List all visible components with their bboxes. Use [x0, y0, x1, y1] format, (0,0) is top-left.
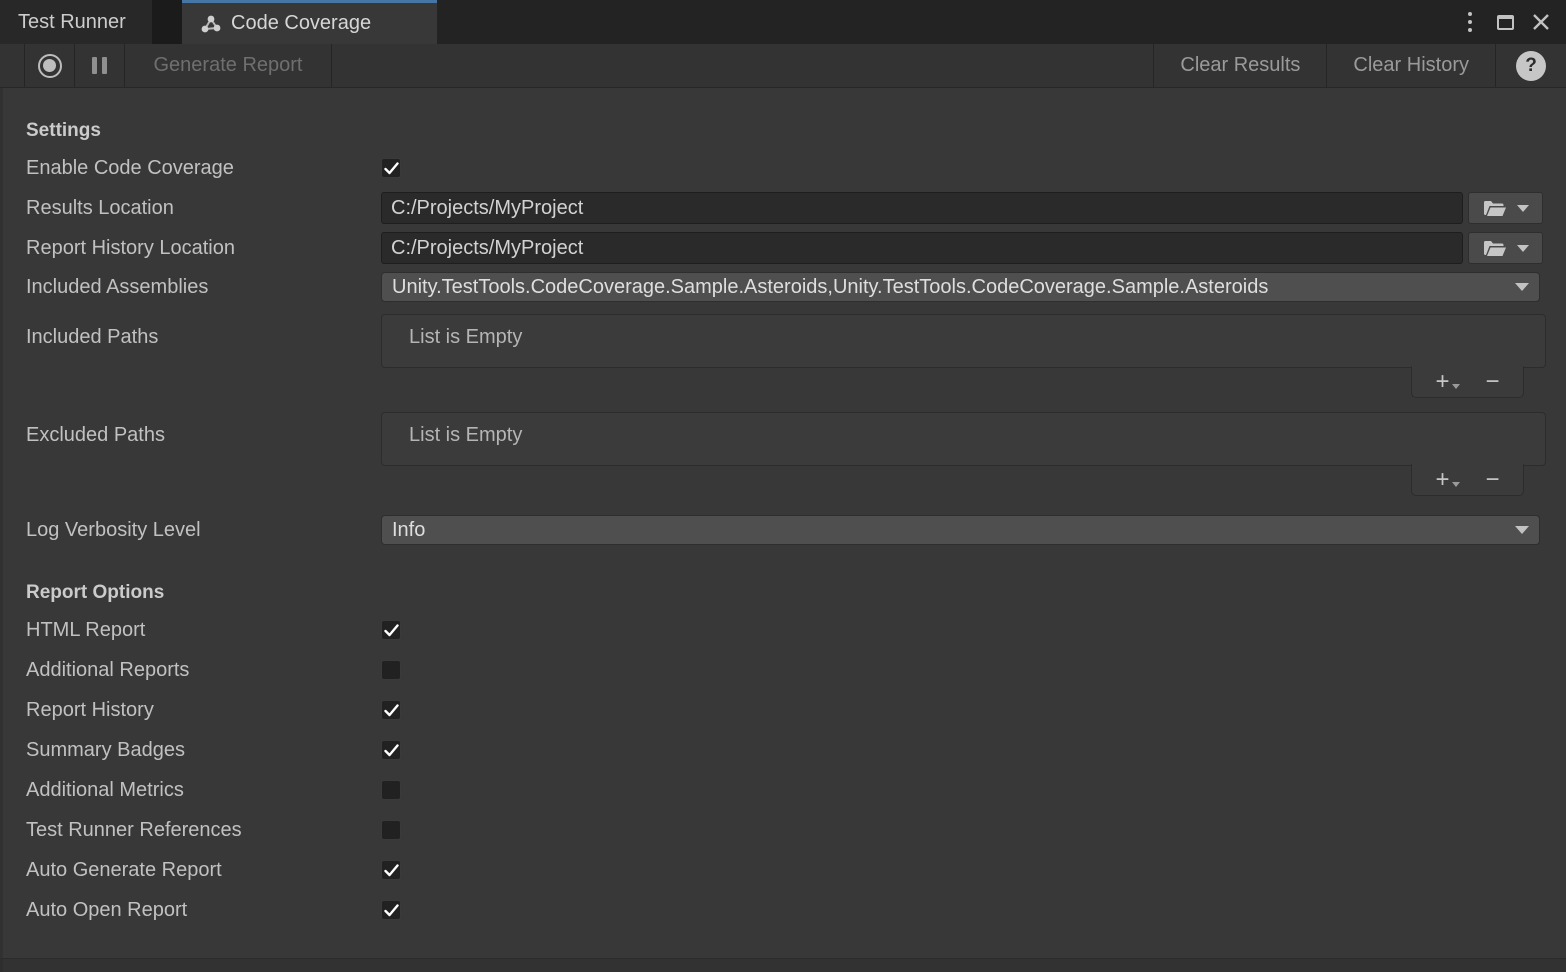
- report-option-checkbox[interactable]: [381, 740, 401, 760]
- included-paths-list-footer: + −: [1411, 366, 1524, 398]
- plus-dropdown-caret-icon: [1452, 482, 1460, 487]
- tab-code-coverage-label: Code Coverage: [231, 12, 371, 35]
- plus-icon: +: [1435, 468, 1449, 492]
- folder-dropdown-arrow-icon: [1517, 205, 1529, 212]
- settings-header: Settings: [3, 114, 1566, 148]
- add-path-button[interactable]: +: [1435, 370, 1459, 394]
- report-history-location-label: Report History Location: [3, 237, 381, 260]
- toolbar: Generate Report Clear Results Clear Hist…: [0, 44, 1566, 88]
- code-coverage-window: Test Runner Code Coverage: [0, 0, 1566, 972]
- report-option-checkbox[interactable]: [381, 620, 401, 640]
- folder-icon: [1483, 200, 1507, 217]
- tab-separator: [152, 0, 182, 44]
- record-button[interactable]: [25, 44, 74, 87]
- report-option-label: Auto Generate Report: [3, 859, 381, 882]
- results-location-input[interactable]: C:/Projects/MyProject: [381, 192, 1463, 224]
- minus-icon: −: [1486, 370, 1500, 394]
- folder-dropdown-arrow-icon: [1517, 245, 1529, 252]
- report-option-label: Additional Reports: [3, 659, 381, 682]
- code-coverage-icon: [200, 14, 222, 34]
- included-assemblies-dropdown[interactable]: Unity.TestTools.CodeCoverage.Sample.Aste…: [381, 272, 1540, 302]
- included-paths-label: Included Paths: [3, 326, 381, 349]
- main-content: Settings Enable Code Coverage Results Lo…: [0, 88, 1566, 958]
- window-bottom-bar: [0, 958, 1566, 972]
- close-icon[interactable]: [1528, 8, 1554, 36]
- report-option-label: HTML Report: [3, 619, 381, 642]
- report-option-label: Report History: [3, 699, 381, 722]
- included-paths-list[interactable]: List is Empty: [381, 314, 1546, 368]
- folder-icon: [1483, 240, 1507, 257]
- report-option-checkbox[interactable]: [381, 860, 401, 880]
- tab-bar-spacer: [437, 0, 1457, 44]
- excluded-paths-list-footer: + −: [1411, 464, 1524, 496]
- log-verbosity-label: Log Verbosity Level: [3, 519, 381, 542]
- excluded-paths-list[interactable]: List is Empty: [381, 412, 1546, 466]
- included-assemblies-label: Included Assemblies: [3, 276, 381, 299]
- enable-code-coverage-checkbox[interactable]: [381, 158, 401, 178]
- report-option-row: Summary Badges: [3, 730, 1566, 770]
- log-verbosity-value: Info: [392, 519, 1515, 542]
- report-option-checkbox[interactable]: [381, 820, 401, 840]
- tab-bar: Test Runner Code Coverage: [0, 0, 1566, 44]
- add-path-button[interactable]: +: [1435, 468, 1459, 492]
- report-option-checkbox[interactable]: [381, 660, 401, 680]
- pause-icon: [92, 57, 107, 74]
- help-button[interactable]: ?: [1496, 44, 1566, 87]
- report-option-checkbox[interactable]: [381, 700, 401, 720]
- results-location-label: Results Location: [3, 197, 381, 220]
- dropdown-arrow-icon: [1515, 526, 1529, 534]
- report-option-row: Auto Generate Report: [3, 850, 1566, 890]
- report-option-row: Auto Open Report: [3, 890, 1566, 930]
- log-verbosity-row: Log Verbosity Level Info: [3, 510, 1566, 550]
- clear-results-button[interactable]: Clear Results: [1154, 44, 1326, 87]
- window-menu-icon[interactable]: [1457, 8, 1483, 36]
- tab-test-runner-label: Test Runner: [18, 11, 126, 34]
- results-location-folder-button[interactable]: [1468, 192, 1543, 224]
- report-history-folder-button[interactable]: [1468, 232, 1543, 264]
- results-location-row: Results Location C:/Projects/MyProject: [3, 188, 1566, 228]
- report-history-location-row: Report History Location C:/Projects/MyPr…: [3, 228, 1566, 268]
- report-option-row: Additional Reports: [3, 650, 1566, 690]
- clear-history-button[interactable]: Clear History: [1327, 44, 1495, 87]
- report-option-row: HTML Report: [3, 610, 1566, 650]
- toolbar-pad: [0, 44, 24, 87]
- minus-icon: −: [1486, 468, 1500, 492]
- tab-test-runner[interactable]: Test Runner: [0, 0, 152, 44]
- enable-code-coverage-row: Enable Code Coverage: [3, 148, 1566, 188]
- included-assemblies-value: Unity.TestTools.CodeCoverage.Sample.Aste…: [392, 276, 1515, 299]
- included-paths-block: Included Paths List is Empty + −: [3, 314, 1566, 398]
- report-option-row: Report History: [3, 690, 1566, 730]
- report-options-header: Report Options: [3, 576, 1566, 610]
- pause-button[interactable]: [75, 44, 124, 87]
- report-option-label: Summary Badges: [3, 739, 381, 762]
- excluded-paths-block: Excluded Paths List is Empty + −: [3, 412, 1566, 496]
- toolbar-spacer: [332, 44, 1153, 87]
- remove-path-button[interactable]: −: [1486, 468, 1500, 492]
- plus-dropdown-caret-icon: [1452, 384, 1460, 389]
- report-option-label: Additional Metrics: [3, 779, 381, 802]
- tab-code-coverage[interactable]: Code Coverage: [182, 0, 437, 44]
- record-icon: [38, 54, 62, 78]
- maximize-icon[interactable]: [1497, 15, 1514, 30]
- remove-path-button[interactable]: −: [1486, 370, 1500, 394]
- enable-code-coverage-label: Enable Code Coverage: [3, 157, 381, 180]
- excluded-paths-label: Excluded Paths: [3, 424, 381, 447]
- report-option-row: Test Runner References: [3, 810, 1566, 850]
- window-controls: [1457, 0, 1566, 44]
- report-option-label: Auto Open Report: [3, 899, 381, 922]
- report-option-checkbox[interactable]: [381, 900, 401, 920]
- plus-icon: +: [1435, 370, 1449, 394]
- dropdown-arrow-icon: [1515, 283, 1529, 291]
- report-option-row: Additional Metrics: [3, 770, 1566, 810]
- report-option-checkbox[interactable]: [381, 780, 401, 800]
- help-icon: ?: [1516, 51, 1546, 81]
- report-options-list: HTML Report Additional Reports Report Hi…: [3, 610, 1566, 930]
- report-option-label: Test Runner References: [3, 819, 381, 842]
- generate-report-button[interactable]: Generate Report: [125, 44, 331, 87]
- log-verbosity-dropdown[interactable]: Info: [381, 515, 1540, 545]
- included-assemblies-row: Included Assemblies Unity.TestTools.Code…: [3, 268, 1566, 306]
- report-history-location-input[interactable]: C:/Projects/MyProject: [381, 232, 1463, 264]
